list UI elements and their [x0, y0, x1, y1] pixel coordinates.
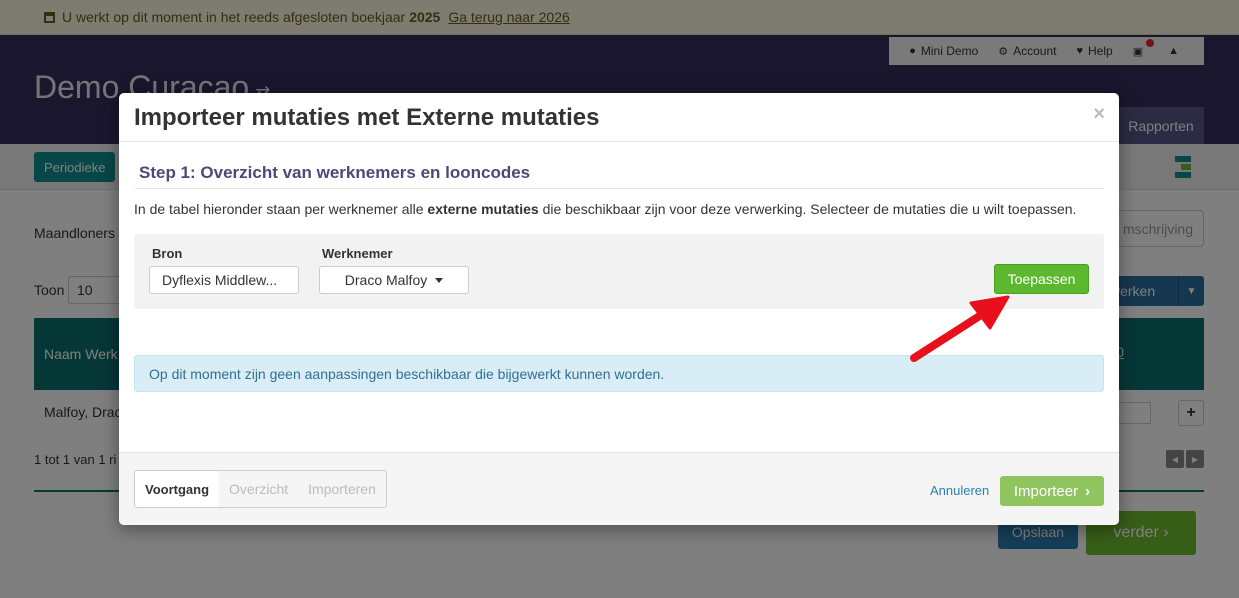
annotation-arrow-icon: [910, 295, 1010, 362]
